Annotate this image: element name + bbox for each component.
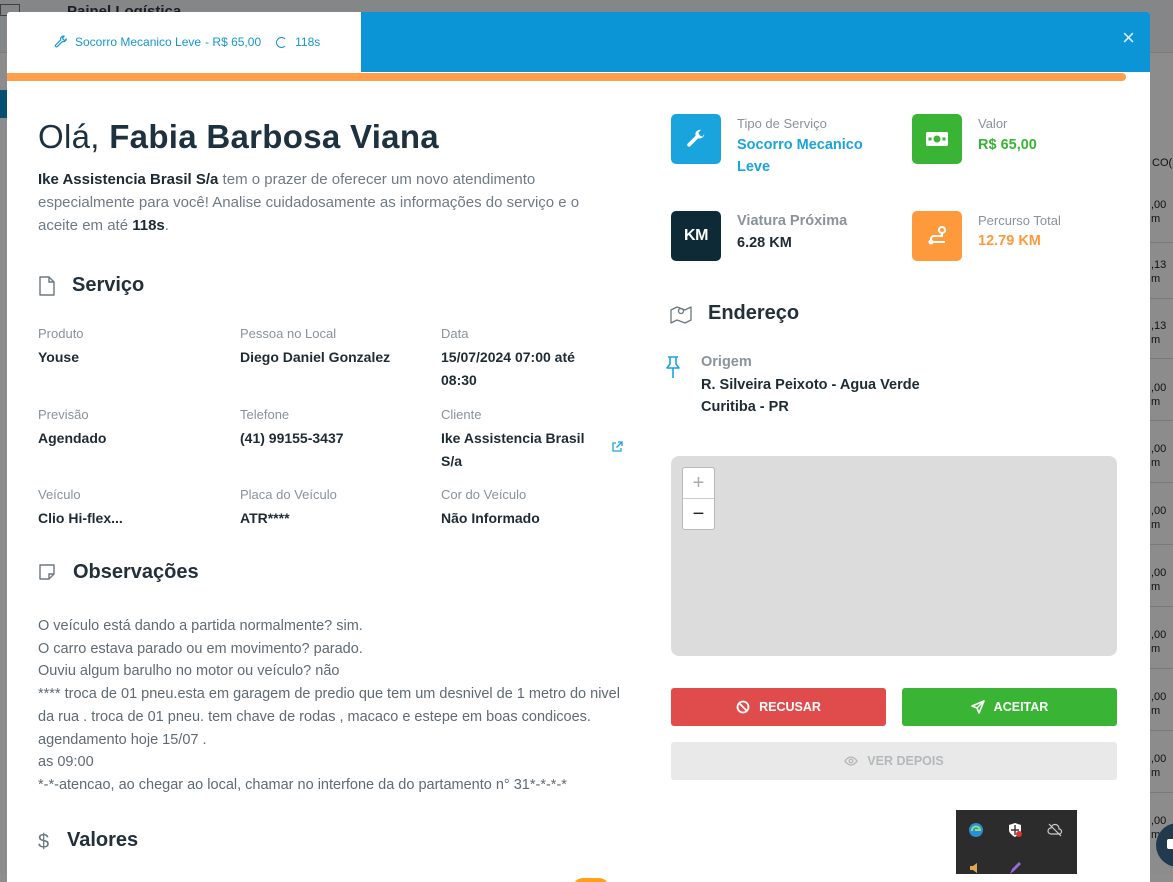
field-telefone: Telefone (41) 99155-3437 xyxy=(240,407,430,450)
aceitar-label: ACEITAR xyxy=(993,700,1049,714)
origem-line1: R. Silveira Peixoto - Agua Verde xyxy=(701,377,920,393)
field-value: 15/07/2024 07:00 até 08:30 xyxy=(441,349,575,388)
card-percurso-icon-box xyxy=(912,211,962,261)
field-value: Youse xyxy=(38,349,79,365)
greeting: Olá, Fabia Barbosa Viana xyxy=(38,118,439,156)
field-label: Pessoa no Local xyxy=(240,326,337,341)
field-label: Cliente xyxy=(441,407,482,422)
note-icon xyxy=(38,563,58,583)
intro-text: Ike Assistencia Brasil S/a tem o prazer … xyxy=(38,168,598,237)
loading-spinner-icon xyxy=(276,36,288,48)
endereco-title-text: Endereço xyxy=(708,302,800,324)
field-data: Data 15/07/2024 07:00 até 08:30 xyxy=(441,326,606,392)
intro-timer: 118s xyxy=(132,217,165,234)
map-zoom-control: + − xyxy=(682,467,715,530)
cloud-offline-icon[interactable] xyxy=(1047,822,1063,838)
wrench-icon xyxy=(687,129,705,147)
aceitar-button[interactable]: ACEITAR xyxy=(902,688,1117,726)
modal-header: Socorro Mecanico Leve - R$ 65,00 118s × xyxy=(7,12,1150,72)
chat-icon xyxy=(1167,839,1173,849)
field-previsao: Previsão Agendado xyxy=(38,407,228,450)
card-valor-icon-box xyxy=(912,114,962,164)
field-cor: Cor do Veículo Não Informado xyxy=(441,487,606,530)
edge-browser-icon[interactable] xyxy=(968,822,984,838)
route-icon xyxy=(928,226,946,245)
intro-end: . xyxy=(164,217,169,234)
close-button[interactable]: × xyxy=(1122,27,1135,49)
tab-price: - R$ 65,00 xyxy=(205,35,262,49)
document-icon xyxy=(38,275,58,296)
greeting-name: Fabia Barbosa Viana xyxy=(109,118,439,155)
field-placa: Placa do Veículo ATR**** xyxy=(240,487,430,530)
card-valor-value: R$ 65,00 xyxy=(978,137,1037,153)
km-icon: KM xyxy=(671,211,721,261)
service-offer-modal: Socorro Mecanico Leve - R$ 65,00 118s × … xyxy=(7,12,1150,882)
field-value: ATR**** xyxy=(240,510,290,526)
card-tipo-value: Socorro Mecanico Leve xyxy=(737,137,863,175)
card-tipo-icon-box xyxy=(671,114,721,164)
external-link-icon[interactable] xyxy=(611,441,623,453)
observacoes-section-title: Observações xyxy=(38,561,199,584)
wrench-icon xyxy=(54,35,68,49)
field-label: Placa do Veículo xyxy=(240,487,337,502)
map-icon xyxy=(670,304,692,324)
ver-depois-button[interactable]: VER DEPOIS xyxy=(671,742,1117,780)
tab-service-name: Socorro Mecanico Leve xyxy=(75,35,202,49)
field-value: Não Informado xyxy=(441,510,540,526)
dollar-icon: $ xyxy=(38,830,50,853)
field-value: (41) 99155-3437 xyxy=(240,430,344,446)
field-label: Telefone xyxy=(240,407,290,422)
servico-section-title: Serviço xyxy=(38,274,144,297)
valores-section-title: $ Valores xyxy=(38,829,139,853)
field-label: Data xyxy=(441,326,469,341)
greeting-prefix: Olá, xyxy=(38,118,110,155)
observacoes-text: O veículo está dando a partida normalmen… xyxy=(38,618,620,793)
observacoes-title-text: Observações xyxy=(73,561,199,583)
eye-icon xyxy=(844,754,859,768)
servico-title-text: Serviço xyxy=(72,274,145,296)
field-label: Cor do Veículo xyxy=(441,487,527,502)
card-viatura-label: Viatura Próxima xyxy=(737,213,848,229)
field-value: Ike Assistencia Brasil S/a xyxy=(441,430,585,469)
send-icon xyxy=(970,700,985,714)
endereco-section-title: Endereço xyxy=(670,302,799,325)
block-icon xyxy=(736,700,750,714)
pin-icon xyxy=(664,355,682,379)
card-tipo-label: Tipo de Serviço xyxy=(737,116,827,131)
field-pessoa-no-local: Pessoa no Local Diego Daniel Gonzalez xyxy=(240,326,430,369)
intro-company: Ike Assistencia Brasil S/a xyxy=(38,171,219,188)
card-percurso-value: 12.79 KM xyxy=(978,233,1041,249)
card-percurso-label: Percurso Total xyxy=(978,213,1061,228)
security-shield-icon[interactable] xyxy=(1007,822,1023,838)
origem-label: Origem xyxy=(701,354,752,370)
valores-add-badge[interactable] xyxy=(573,878,609,882)
field-label: Produto xyxy=(38,326,84,341)
zoom-in-button[interactable]: + xyxy=(683,468,714,499)
field-label: Previsão xyxy=(38,407,89,422)
field-produto: Produto Youse xyxy=(38,326,228,369)
ver-depois-label: VER DEPOIS xyxy=(867,754,944,768)
system-tray-popup xyxy=(956,810,1077,874)
zoom-out-button[interactable]: − xyxy=(683,499,714,529)
valores-title-text: Valores xyxy=(67,829,139,851)
field-value: Clio Hi-flex... xyxy=(38,510,123,526)
recusar-button[interactable]: RECUSAR xyxy=(671,688,886,726)
origem-line2: Curitiba - PR xyxy=(701,399,789,415)
card-valor-label: Valor xyxy=(978,116,1008,131)
service-tab[interactable]: Socorro Mecanico Leve - R$ 65,00 118s xyxy=(7,12,361,72)
recusar-label: RECUSAR xyxy=(759,700,821,714)
map-view[interactable]: + − xyxy=(671,456,1117,656)
tab-timer: 118s xyxy=(295,35,321,49)
timer-progress-bar xyxy=(7,73,1126,81)
field-veiculo: Veículo Clio Hi-flex... xyxy=(38,487,228,530)
field-value: Agendado xyxy=(38,430,107,446)
field-cliente: Cliente Ike Assistencia Brasil S/a xyxy=(441,407,606,473)
field-label: Veículo xyxy=(38,487,81,502)
card-viatura-value: 6.28 KM xyxy=(737,235,792,251)
field-value: Diego Daniel Gonzalez xyxy=(240,349,391,365)
money-icon xyxy=(926,132,948,146)
